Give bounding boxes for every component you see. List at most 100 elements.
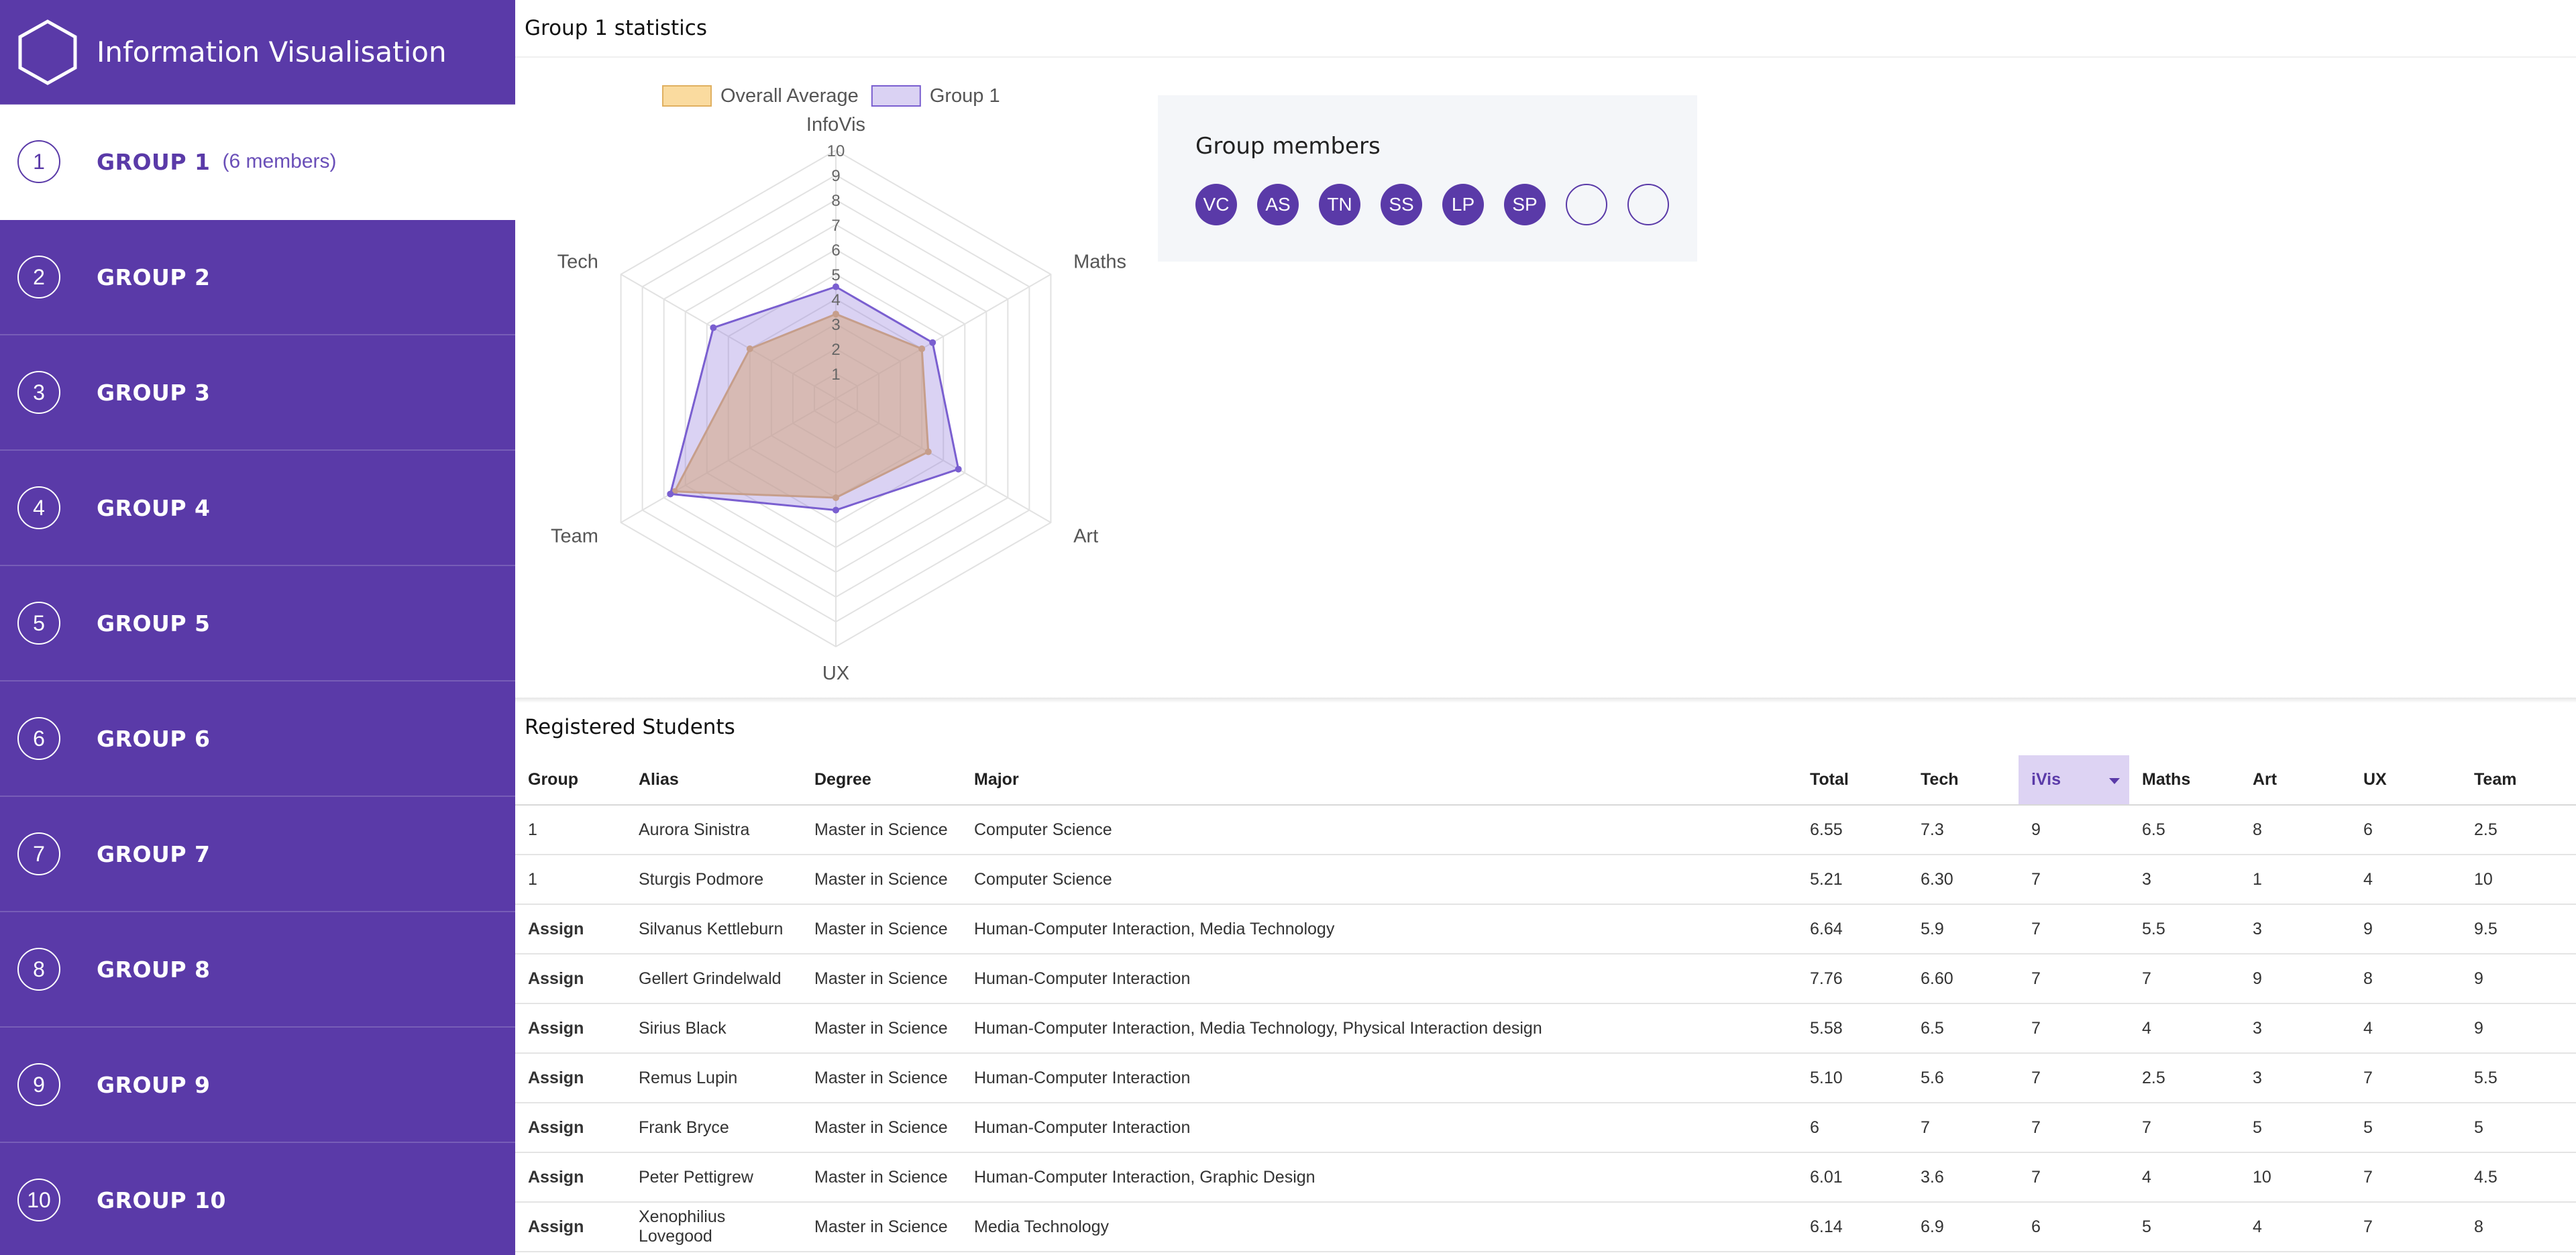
cell-ivis: 7 bbox=[2019, 954, 2129, 1004]
cell-art: 4 bbox=[2240, 1202, 2351, 1252]
sidebar-item-group-6[interactable]: 6 GROUP 6 bbox=[0, 681, 515, 797]
assign-link[interactable]: Assign bbox=[515, 1003, 626, 1054]
member-avatar[interactable]: SS bbox=[1381, 184, 1422, 225]
sidebar-item-group-7[interactable]: 7 GROUP 7 bbox=[0, 797, 515, 912]
member-avatar[interactable]: SP bbox=[1504, 184, 1546, 225]
cell-ux: 8 bbox=[2351, 954, 2461, 1004]
cell-major: Media Technology bbox=[961, 1202, 1797, 1252]
table-row: Assign Frank Bryce Master in Science Human-… bbox=[515, 1103, 2576, 1153]
cell-ux: 6 bbox=[2351, 805, 2461, 855]
member-avatar[interactable]: VC bbox=[1195, 184, 1237, 225]
column-header-group[interactable]: Group bbox=[515, 755, 626, 806]
cell-art: 3 bbox=[2240, 904, 2351, 954]
cell-ivis: 7 bbox=[2019, 904, 2129, 954]
sidebar-item-group-5[interactable]: 5 GROUP 5 bbox=[0, 566, 515, 681]
cell-total: 5.58 bbox=[1797, 1003, 1908, 1054]
cell-art: 1 bbox=[2240, 855, 2351, 905]
column-header-art[interactable]: Art bbox=[2240, 755, 2351, 806]
members-title: Group members bbox=[1195, 133, 1381, 160]
app-title: Information Visualisation bbox=[97, 36, 447, 68]
cell-total: 5.21 bbox=[1797, 855, 1908, 905]
cell-degree: Master in Science bbox=[802, 1103, 961, 1153]
assign-link[interactable]: Assign bbox=[515, 1053, 626, 1103]
table-row: 1 Sturgis Podmore Master in Science Compute… bbox=[515, 855, 2576, 905]
cell-team: 5 bbox=[2461, 1103, 2576, 1153]
cell-total: 6 bbox=[1797, 1103, 1908, 1153]
column-header-maths[interactable]: Maths bbox=[2129, 755, 2240, 806]
sidebar-item-group-8[interactable]: 8 GROUP 8 bbox=[0, 912, 515, 1028]
radar-point bbox=[710, 324, 717, 331]
group-label: GROUP 9 bbox=[97, 1071, 211, 1098]
sidebar-item-group-2[interactable]: 2 GROUP 2 bbox=[0, 220, 515, 335]
sidebar-item-group-9[interactable]: 9 GROUP 9 bbox=[0, 1028, 515, 1143]
assign-link[interactable]: Assign bbox=[515, 1152, 626, 1203]
cell-ivis: 7 bbox=[2019, 1103, 2129, 1153]
cell-major: Computer Science bbox=[961, 855, 1797, 905]
column-header-total[interactable]: Total bbox=[1797, 755, 1908, 806]
empty-member-slot[interactable] bbox=[1627, 184, 1669, 225]
cell-degree: Master in Science bbox=[802, 904, 961, 954]
cell-group: 1 bbox=[515, 805, 626, 855]
cell-maths: 6.5 bbox=[2129, 805, 2240, 855]
cell-total: 6.01 bbox=[1797, 1152, 1908, 1203]
member-avatar[interactable]: AS bbox=[1257, 184, 1299, 225]
assign-link[interactable]: Assign bbox=[515, 1202, 626, 1252]
column-header-degree[interactable]: Degree bbox=[802, 755, 961, 806]
member-avatar[interactable]: LP bbox=[1442, 184, 1484, 225]
column-header-ivis[interactable]: iVis bbox=[2019, 755, 2129, 806]
cell-major: Human-Computer Interaction, Media Techno… bbox=[961, 904, 1797, 954]
column-header-tech[interactable]: Tech bbox=[1908, 755, 2019, 806]
radar-axis-label: Team bbox=[551, 525, 598, 547]
cell-alias: Aurora Sinistra bbox=[626, 805, 802, 855]
cell-ux: 7 bbox=[2351, 1202, 2461, 1252]
cell-degree: Master in Science bbox=[802, 1202, 961, 1252]
radar-axis-label: Maths bbox=[1073, 252, 1126, 273]
assign-link[interactable]: Assign bbox=[515, 954, 626, 1004]
sidebar-item-group-3[interactable]: 3 GROUP 3 bbox=[0, 335, 515, 451]
group-label: GROUP 8 bbox=[97, 956, 211, 983]
cell-maths: 5 bbox=[2129, 1202, 2240, 1252]
group-number-badge: 6 bbox=[17, 717, 60, 760]
cell-major: Human-Computer Interaction, Graphic Desi… bbox=[961, 1152, 1797, 1203]
sidebar-item-group-4[interactable]: 4 GROUP 4 bbox=[0, 451, 515, 566]
stats-title: Group 1 statistics bbox=[525, 16, 707, 40]
legend-label[interactable]: Group 1 bbox=[930, 85, 1000, 107]
cell-alias: Sirius Black bbox=[626, 1003, 802, 1054]
radar-tick-label: 10 bbox=[827, 142, 845, 160]
empty-member-slot[interactable] bbox=[1566, 184, 1607, 225]
students-table: Group Alias Degree Major Total Tech iVis Maths A… bbox=[515, 755, 2576, 1252]
column-header-team[interactable]: Team bbox=[2461, 755, 2576, 806]
table-row: Assign Silvanus Kettleburn Master in Scien… bbox=[515, 904, 2576, 954]
cell-ivis: 7 bbox=[2019, 1152, 2129, 1203]
cell-ux: 9 bbox=[2351, 904, 2461, 954]
cell-major: Computer Science bbox=[961, 805, 1797, 855]
sidebar: Information Visualisation 1 GROUP 1 (6 mem… bbox=[0, 0, 515, 1255]
member-avatar[interactable]: TN bbox=[1319, 184, 1360, 225]
cell-team: 9 bbox=[2461, 1003, 2576, 1054]
radar-tick-label: 1 bbox=[831, 366, 840, 384]
legend-swatch[interactable] bbox=[662, 85, 712, 107]
cell-alias: Peter Pettigrew bbox=[626, 1152, 802, 1203]
cell-tech: 6.30 bbox=[1908, 855, 2019, 905]
cell-alias: Sturgis Podmore bbox=[626, 855, 802, 905]
group-label: GROUP 7 bbox=[97, 840, 211, 867]
legend-swatch[interactable] bbox=[871, 85, 921, 107]
sidebar-item-group-10[interactable]: 10 GROUP 10 bbox=[0, 1143, 515, 1255]
cell-ivis: 7 bbox=[2019, 1053, 2129, 1103]
cell-tech: 5.9 bbox=[1908, 904, 2019, 954]
cell-ivis: 6 bbox=[2019, 1202, 2129, 1252]
radar-point bbox=[833, 283, 839, 290]
assign-link[interactable]: Assign bbox=[515, 1103, 626, 1153]
cell-alias: Xenophilius Lovegood bbox=[626, 1202, 802, 1252]
column-header-major[interactable]: Major bbox=[961, 755, 1797, 806]
cell-degree: Master in Science bbox=[802, 954, 961, 1004]
cell-art: 5 bbox=[2240, 1103, 2351, 1153]
sidebar-item-group-1[interactable]: 1 GROUP 1 (6 members) bbox=[0, 105, 515, 220]
legend-label[interactable]: Overall Average bbox=[720, 85, 859, 107]
column-header-alias[interactable]: Alias bbox=[626, 755, 802, 806]
cell-total: 7.76 bbox=[1797, 954, 1908, 1004]
assign-link[interactable]: Assign bbox=[515, 904, 626, 954]
table-row: 1 Aurora Sinistra Master in Science Compute… bbox=[515, 805, 2576, 855]
column-header-ux[interactable]: UX bbox=[2351, 755, 2461, 806]
students-title: Registered Students bbox=[525, 715, 735, 739]
